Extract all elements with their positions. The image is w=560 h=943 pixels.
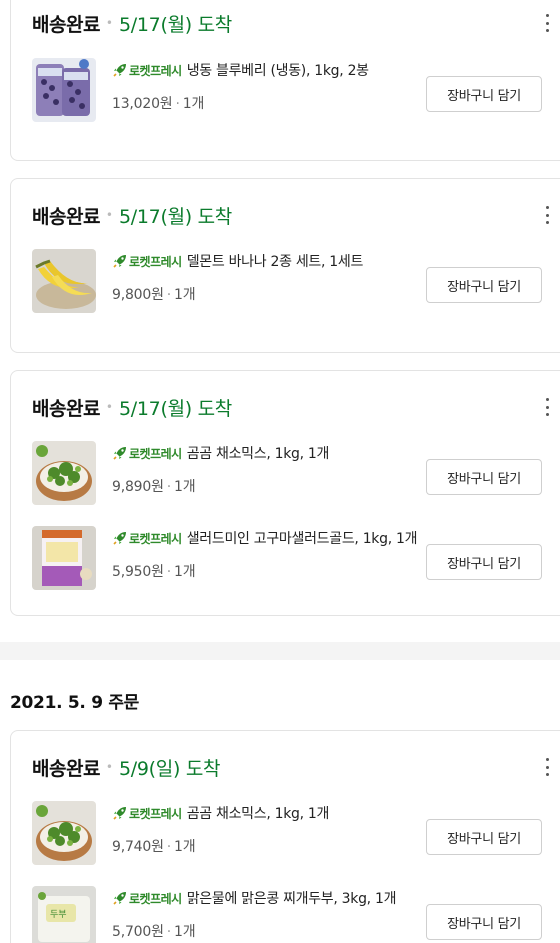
add-to-cart-button[interactable]: 장바구니 담기 bbox=[426, 76, 542, 112]
product-image-tofu[interactable]: 두부 bbox=[32, 886, 96, 943]
product-price: 5,950원 bbox=[112, 564, 164, 580]
product-name[interactable]: 곰곰 채소믹스, 1kg, 1개 bbox=[187, 443, 330, 463]
delivery-status: 배송완료 bbox=[32, 757, 100, 780]
rocket-icon bbox=[112, 530, 128, 546]
order-item: 로켓프레시 냉동 블루베리 (냉동), 1kg, 2봉 13,020원 · 1개 장… bbox=[32, 58, 552, 122]
product-quantity: 1개 bbox=[174, 479, 196, 495]
arrival-date: 5/17(월) 도착 bbox=[119, 397, 232, 420]
add-to-cart-button[interactable]: 장바구니 담기 bbox=[426, 819, 542, 855]
arrival-date: 5/9(일) 도착 bbox=[119, 757, 221, 780]
add-to-cart-button[interactable]: 장바구니 담기 bbox=[426, 544, 542, 580]
product-price: 13,020원 bbox=[112, 96, 173, 112]
order-date-heading: 2021. 5. 9 주문 bbox=[10, 693, 140, 713]
rocket-icon bbox=[112, 253, 128, 269]
product-price: 5,700원 bbox=[112, 924, 164, 940]
product-name[interactable]: 델몬트 바나나 2종 세트, 1세트 bbox=[187, 251, 364, 271]
product-image-sweet-potato-salad[interactable] bbox=[32, 526, 96, 590]
add-to-cart-button[interactable]: 장바구니 담기 bbox=[426, 267, 542, 303]
rocket-fresh-badge: 로켓프레시 bbox=[129, 446, 182, 461]
delivery-status: 배송완료 bbox=[32, 205, 100, 228]
product-price: 9,800원 bbox=[112, 287, 164, 303]
rocket-fresh-badge: 로켓프레시 bbox=[129, 531, 182, 546]
rocket-fresh-badge: 로켓프레시 bbox=[129, 806, 182, 821]
product-quantity: 1개 bbox=[174, 924, 196, 940]
product-quantity: 1개 bbox=[174, 287, 196, 303]
product-image-banana[interactable] bbox=[32, 249, 96, 313]
product-name[interactable]: 냉동 블루베리 (냉동), 1kg, 2봉 bbox=[187, 60, 369, 80]
delivery-status: 배송완료 bbox=[32, 397, 100, 420]
product-image-blueberry[interactable] bbox=[32, 58, 96, 122]
product-name[interactable]: 샐러드미인 고구마샐러드골드, 1kg, 1개 bbox=[187, 528, 418, 548]
product-quantity: 1개 bbox=[182, 96, 205, 112]
more-options-icon[interactable] bbox=[544, 398, 550, 416]
rocket-icon bbox=[112, 890, 128, 906]
delivery-card: 배송완료 • 5/17(월) 도착 로켓프레시 곰곰 채소믹스, 1kg, 1개… bbox=[10, 370, 560, 616]
rocket-fresh-badge: 로켓프레시 bbox=[129, 63, 182, 78]
product-name[interactable]: 곰곰 채소믹스, 1kg, 1개 bbox=[187, 803, 330, 823]
order-item: 로켓프레시 델몬트 바나나 2종 세트, 1세트 9,800원 · 1개 장바구니 … bbox=[32, 249, 552, 313]
arrival-date: 5/17(월) 도착 bbox=[119, 205, 232, 228]
rocket-icon bbox=[112, 62, 128, 78]
order-item: 로켓프레시 샐러드미인 고구마샐러드골드, 1kg, 1개 5,950원 · 1개 … bbox=[32, 526, 552, 590]
delivery-card: 배송완료 • 5/17(월) 도착 로켓프레시 냉동 블루베리 (냉동), 1k… bbox=[10, 0, 560, 161]
section-divider bbox=[0, 642, 560, 660]
more-options-icon[interactable] bbox=[544, 14, 550, 32]
arrival-date: 5/17(월) 도착 bbox=[119, 13, 232, 36]
order-item: 로켓프레시 곰곰 채소믹스, 1kg, 1개 9,740원 · 1개 장바구니 담기 bbox=[32, 801, 552, 865]
add-to-cart-button[interactable]: 장바구니 담기 bbox=[426, 459, 542, 495]
add-to-cart-button[interactable]: 장바구니 담기 bbox=[426, 904, 542, 940]
product-name[interactable]: 맑은물에 맑은콩 찌개두부, 3kg, 1개 bbox=[187, 888, 397, 908]
product-image-vegetable-mix[interactable] bbox=[32, 801, 96, 865]
product-price: 9,890원 bbox=[112, 479, 164, 495]
more-options-icon[interactable] bbox=[544, 206, 550, 224]
rocket-fresh-badge: 로켓프레시 bbox=[129, 254, 182, 269]
product-image-vegetable-mix[interactable] bbox=[32, 441, 96, 505]
rocket-fresh-badge: 로켓프레시 bbox=[129, 891, 182, 906]
rocket-icon bbox=[112, 445, 128, 461]
delivery-card: 배송완료 • 5/9(일) 도착 로켓프레시 곰곰 채소믹스, 1kg, 1개 … bbox=[10, 730, 560, 943]
order-item: 로켓프레시 곰곰 채소믹스, 1kg, 1개 9,890원 · 1개 장바구니 담기 bbox=[32, 441, 552, 505]
svg-text:두부: 두부 bbox=[50, 909, 67, 920]
product-price: 9,740원 bbox=[112, 839, 164, 855]
more-options-icon[interactable] bbox=[544, 758, 550, 776]
delivery-card: 배송완료 • 5/17(월) 도착 로켓프레시 델몬트 바나나 2종 세트, 1… bbox=[10, 178, 560, 353]
product-quantity: 1개 bbox=[174, 564, 196, 580]
rocket-icon bbox=[112, 805, 128, 821]
order-item: 두부 로켓프레시 맑은물에 맑은콩 찌개두부, 3kg, 1개 5,700원 · 1… bbox=[32, 886, 552, 943]
delivery-status: 배송완료 bbox=[32, 13, 100, 36]
product-quantity: 1개 bbox=[174, 839, 196, 855]
